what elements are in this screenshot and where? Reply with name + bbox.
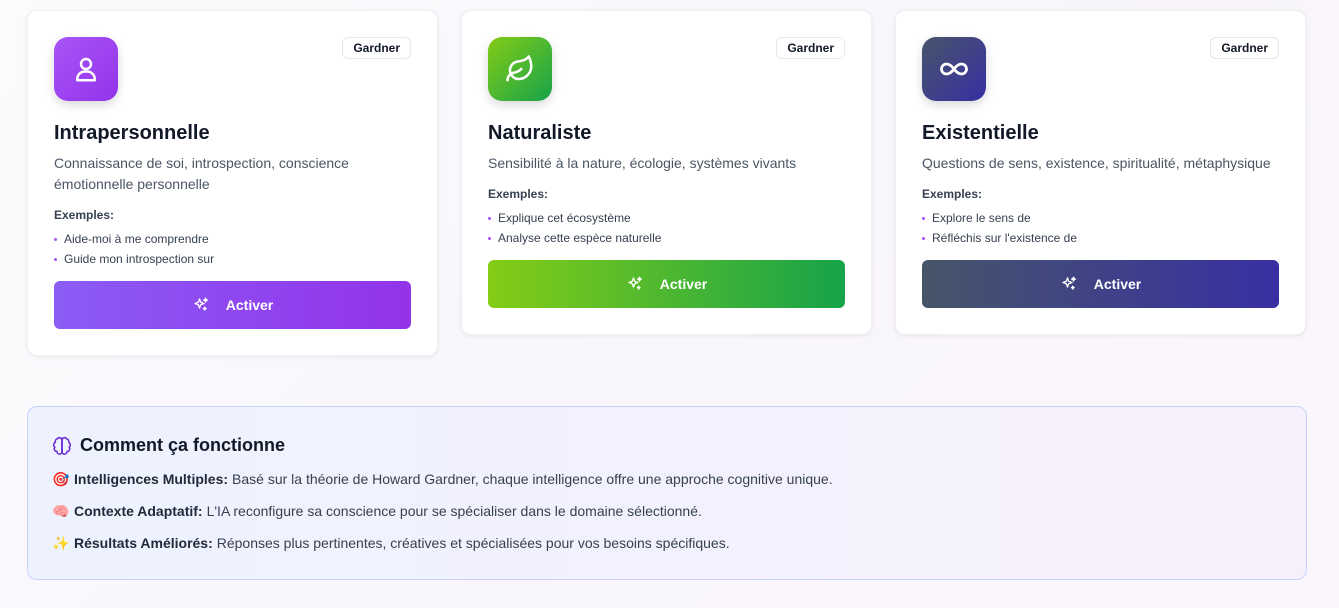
card-intrapersonnelle: Gardner Intrapersonnelle Connaissance de…: [27, 10, 438, 356]
brain-icon: [52, 436, 72, 455]
activate-button[interactable]: Activer: [922, 260, 1279, 308]
activate-button[interactable]: Activer: [488, 260, 845, 308]
examples-list: Aide-moi à me comprendre Guide mon intro…: [54, 229, 411, 269]
list-item: Explore le sens de: [922, 208, 1279, 228]
card-icon-box: [922, 37, 986, 101]
sparkles-icon: [194, 297, 208, 311]
card-icon-box: [54, 37, 118, 101]
info-text: Basé sur la théorie de Howard Gardner, c…: [232, 471, 833, 487]
card-icon-box: [488, 37, 552, 101]
example-text: Explore le sens de: [932, 211, 1031, 225]
example-text: Analyse cette espèce naturelle: [498, 231, 662, 245]
card-title: Naturaliste: [488, 122, 592, 144]
activate-label: Activer: [1093, 276, 1142, 292]
examples-heading: Exemples:: [488, 187, 549, 201]
card-description: Connaissance de soi, introspection, cons…: [54, 155, 349, 192]
card-description: Sensibilité à la nature, écologie, systè…: [488, 155, 797, 171]
list-item: Guide mon introspection sur: [54, 249, 411, 269]
examples-list: Explore le sens de Réfléchis sur l'exist…: [922, 208, 1279, 248]
activate-label: Activer: [225, 297, 274, 313]
info-text: L'IA reconfigure sa conscience pour se s…: [206, 503, 702, 519]
info-label: Résultats Améliorés:: [74, 535, 213, 551]
info-label: Contexte Adaptatif:: [74, 503, 203, 519]
leaf-icon: [506, 55, 533, 82]
card-title: Existentielle: [922, 122, 1039, 144]
gardner-badge: Gardner: [776, 37, 845, 59]
list-item: Explique cet écosystème: [488, 208, 845, 228]
info-label: Intelligences Multiples:: [74, 471, 229, 487]
gardner-badge: Gardner: [1210, 37, 1279, 59]
sparkles-icon: [628, 276, 642, 290]
brain-emoji: 🧠: [52, 503, 70, 519]
example-text: Guide mon introspection sur: [64, 252, 215, 266]
examples-heading: Exemples:: [54, 208, 115, 222]
card-description: Questions de sens, existence, spirituali…: [922, 155, 1271, 171]
bullet-dot: [54, 237, 57, 241]
card-existentielle: Gardner Existentielle Questions de sens,…: [895, 10, 1306, 335]
sparkles-emoji: ✨: [52, 535, 70, 551]
info-line: ✨ Résultats Améliorés: Réponses plus perti…: [52, 535, 1282, 552]
list-item: Aide-moi à me comprendre: [54, 229, 411, 249]
target-emoji: 🎯: [52, 471, 70, 487]
activate-label: Activer: [659, 276, 708, 292]
bullet-dot: [488, 236, 491, 240]
list-item: Analyse cette espèce naturelle: [488, 228, 845, 248]
user-icon: [76, 57, 96, 82]
bullet-dot: [922, 236, 925, 240]
card-naturaliste: Gardner Naturaliste Sensibilité à la nat…: [461, 10, 872, 335]
bullet-dot: [54, 257, 57, 261]
info-title: Comment ça fonctionne: [80, 435, 286, 455]
info-header: Comment ça fonctionne: [52, 435, 1282, 456]
info-text: Réponses plus pertinentes, créatives et …: [216, 535, 730, 551]
list-item: Réfléchis sur l'existence de: [922, 228, 1279, 248]
how-it-works-panel: Comment ça fonctionne 🎯 Intelligences Mul…: [27, 406, 1307, 580]
info-line: 🧠 Contexte Adaptatif: L'IA reconfigure sa …: [52, 503, 1282, 520]
info-line: 🎯 Intelligences Multiples: Basé sur la thé…: [52, 471, 1282, 488]
examples-list: Explique cet écosystème Analyse cette es…: [488, 208, 845, 248]
bullet-dot: [922, 216, 925, 220]
intelligence-cards: Gardner Intrapersonnelle Connaissance de…: [27, 10, 1307, 356]
examples-heading: Exemples:: [922, 187, 983, 201]
example-text: Aide-moi à me comprendre: [64, 232, 209, 246]
example-text: Réfléchis sur l'existence de: [932, 231, 1078, 245]
gardner-badge: Gardner: [342, 37, 411, 59]
infinity-icon: [940, 62, 968, 76]
card-title: Intrapersonnelle: [54, 122, 210, 144]
example-text: Explique cet écosystème: [498, 211, 631, 225]
sparkles-icon: [1062, 276, 1076, 290]
bullet-dot: [488, 216, 491, 220]
activate-button[interactable]: Activer: [54, 281, 411, 329]
